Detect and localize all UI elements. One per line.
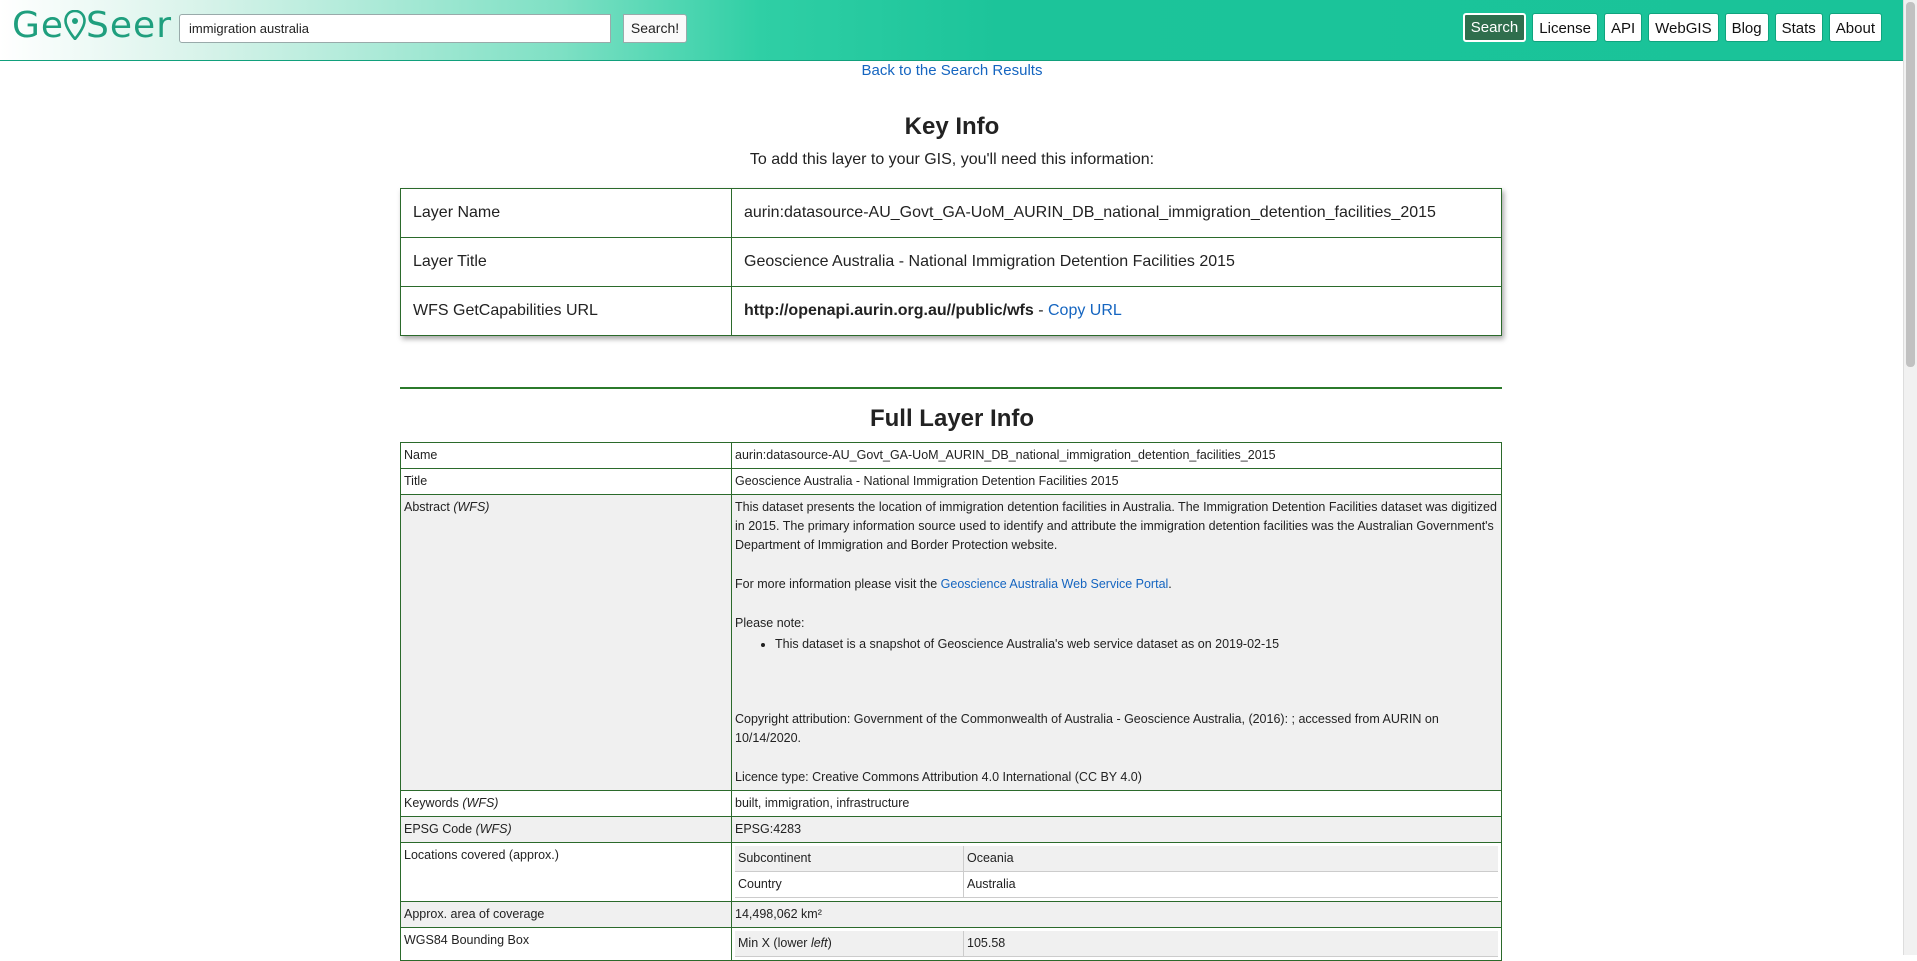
abstract-source-tag: (WFS) [453,500,490,514]
nav-api[interactable]: API [1603,13,1643,42]
table-row: Subcontinent Oceania [735,846,1498,872]
wfs-url-cell: http://openapi.aurin.org.au//public/wfs … [731,286,1502,336]
abstract-licence: Licence type: Creative Commons Attributi… [735,770,1142,784]
key-info-intro: To add this layer to your GIS, you'll ne… [749,151,1155,168]
location-key: Country [735,871,964,898]
table-row: WFS GetCapabilities URL http://openapi.a… [400,286,1502,336]
name-label: Name [400,442,732,469]
abstract-copyright: Copyright attribution: Government of the… [735,712,1439,745]
area-value: 14,498,062 km² [731,901,1502,928]
nav-blog[interactable]: Blog [1724,13,1769,42]
full-layer-info-table: Name aurin:datasource-AU_Govt_GA-UoM_AUR… [400,442,1502,961]
table-row: Name aurin:datasource-AU_Govt_GA-UoM_AUR… [400,442,1502,469]
copy-url-link[interactable]: Copy URL [1048,302,1122,319]
layer-title-value: Geoscience Australia - National Immigrat… [731,237,1502,287]
table-row: Country Australia [735,871,1498,898]
abstract-paragraph: This dataset presents the location of im… [735,500,1497,552]
main-nav: Search License API WebGIS Blog Stats Abo… [1462,13,1882,42]
geoseer-logo[interactable]: Ge Seer [12,5,172,46]
keywords-value: built, immigration, infrastructure [731,790,1502,817]
nav-license[interactable]: License [1532,13,1598,42]
location-key: Subcontinent [735,846,964,872]
wfs-url-value: http://openapi.aurin.org.au//public/wfs [744,302,1034,319]
table-row: Min X (lower left) 105.58 [735,931,1498,957]
bbox-minx-value: 105.58 [963,931,1498,957]
locations-table: Subcontinent Oceania Country Australia [735,846,1498,898]
abstract-more-info: For more information please visit the Ge… [735,577,1172,591]
full-layer-info-heading: Full Layer Info [869,405,1034,432]
abstract-label: Abstract [404,500,450,514]
section-divider [400,387,1502,389]
ga-portal-link[interactable]: Geoscience Australia Web Service Portal [941,577,1169,591]
bbox-label: WGS84 Bounding Box [400,927,732,961]
table-row: Abstract (WFS) This dataset presents the… [400,494,1502,791]
keywords-label-cell: Keywords (WFS) [400,790,732,817]
nav-search[interactable]: Search [1462,13,1527,42]
abstract-label-cell: Abstract (WFS) [400,494,732,791]
list-item: This dataset is a snapshot of Geoscience… [775,635,1498,654]
map-pin-icon [64,10,86,40]
epsg-label-cell: EPSG Code (WFS) [400,816,732,843]
logo-prefix: Ge [12,5,65,46]
url-separator: - [1033,302,1048,319]
locations-label: Locations covered (approx.) [400,842,732,902]
location-value: Oceania [963,846,1498,872]
table-row: Keywords (WFS) built, immigration, infra… [400,790,1502,817]
layer-name-value: aurin:datasource-AU_Govt_GA-UoM_AURIN_DB… [731,188,1502,238]
nav-webgis[interactable]: WebGIS [1648,13,1719,42]
area-label: Approx. area of coverage [400,901,732,928]
table-row: Layer Title Geoscience Australia - Natio… [400,237,1502,287]
nav-stats[interactable]: Stats [1774,13,1823,42]
back-to-results-link[interactable]: Back to the Search Results [0,62,1904,79]
wfs-url-label: WFS GetCapabilities URL [400,286,732,336]
logo-suffix: Seer [86,5,172,46]
top-navbar: Ge Seer Search! Search License API WebGIS… [0,0,1904,61]
abstract-note-list: This dataset is a snapshot of Geoscience… [735,635,1498,654]
bbox-value: Min X (lower left) 105.58 [731,927,1502,961]
abstract-value: This dataset presents the location of im… [731,494,1502,791]
table-row: Layer Name aurin:datasource-AU_Govt_GA-U… [400,188,1502,238]
name-value: aurin:datasource-AU_Govt_GA-UoM_AURIN_DB… [731,442,1502,469]
title-label: Title [400,468,732,495]
epsg-value: EPSG:4283 [731,816,1502,843]
table-row: EPSG Code (WFS) EPSG:4283 [400,816,1502,843]
table-row: WGS84 Bounding Box Min X (lower left) 10… [400,927,1502,961]
page-scrollbar[interactable] [1903,0,1917,955]
epsg-source-tag: (WFS) [475,822,512,836]
table-row: Locations covered (approx.) Subcontinent… [400,842,1502,902]
search-button[interactable]: Search! [623,14,687,43]
table-row: Title Geoscience Australia - National Im… [400,468,1502,495]
abstract-note: Please note: [735,616,805,630]
bbox-table: Min X (lower left) 105.58 [735,931,1498,957]
nav-about[interactable]: About [1828,13,1882,42]
search-input[interactable] [179,14,611,43]
keywords-source-tag: (WFS) [462,796,499,810]
locations-value: Subcontinent Oceania Country Australia [731,842,1502,902]
scrollbar-thumb[interactable] [1906,2,1915,367]
layer-title-label: Layer Title [400,237,732,287]
key-info-table: Layer Name aurin:datasource-AU_Govt_GA-U… [400,188,1502,336]
table-row: Approx. area of coverage 14,498,062 km² [400,901,1502,928]
key-info-heading: Key Info [904,113,1000,140]
location-value: Australia [963,871,1498,898]
bbox-minx-label: Min X (lower left) [735,931,964,957]
layer-name-label: Layer Name [400,188,732,238]
title-value: Geoscience Australia - National Immigrat… [731,468,1502,495]
